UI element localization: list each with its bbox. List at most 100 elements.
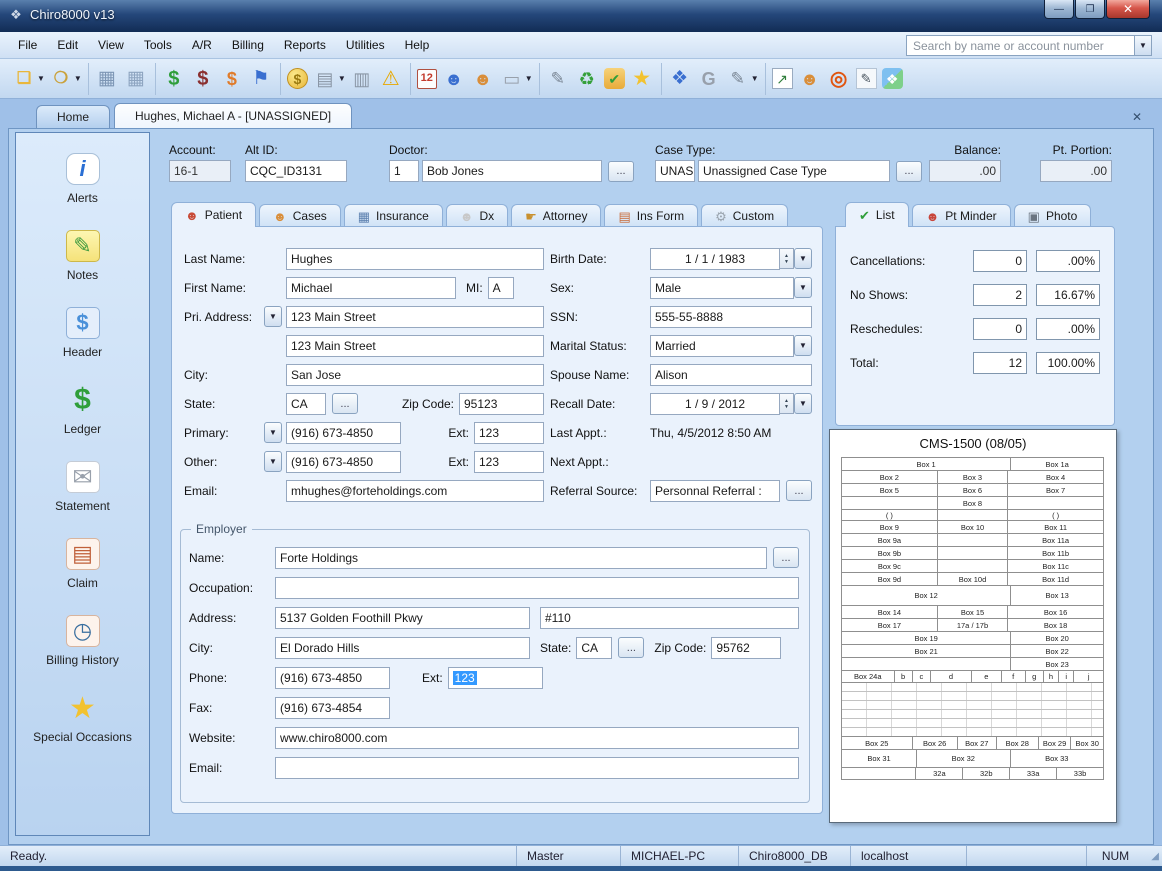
subtab[interactable]: ▤ Ins Form <box>604 204 698 227</box>
document-tab[interactable]: Home <box>36 105 110 128</box>
right-tab[interactable]: ✔ List <box>845 202 909 227</box>
menu-item[interactable]: Reports <box>274 34 336 56</box>
toolbar-button[interactable]: ★ <box>629 66 656 92</box>
birth-date-field[interactable]: 1 / 1 / 1983 <box>650 248 780 270</box>
resize-grip[interactable]: ◢ <box>1144 851 1162 862</box>
subtab[interactable]: ▦ Insurance <box>344 204 443 227</box>
minimize-button[interactable]: — <box>1044 0 1074 19</box>
sidebar-item[interactable]: $ Ledger <box>23 384 143 436</box>
employer-name-field[interactable]: Forte Holdings <box>275 547 767 569</box>
toolbar-button[interactable]: ▭▼ <box>499 66 534 92</box>
primary-ext-field[interactable]: 123 <box>474 422 544 444</box>
state-lookup-button[interactable]: ... <box>332 393 358 414</box>
doctor-number-field[interactable]: 1 <box>389 160 419 182</box>
sidebar-item[interactable]: ★ Special Occasions <box>23 692 143 744</box>
toolbar-button[interactable]: ☻ <box>470 66 497 92</box>
other-phone-field[interactable]: (916) 673-4850 <box>286 451 401 473</box>
tab-close-icon[interactable]: ✕ <box>1128 108 1146 126</box>
employer-city-field[interactable]: El Dorado Hills <box>275 637 530 659</box>
subtab[interactable]: ☻ Dx <box>446 204 508 227</box>
marital-status-select[interactable]: Married <box>650 335 794 357</box>
subtab[interactable]: ☻ Patient <box>171 202 256 227</box>
referral-lookup-button[interactable]: ... <box>786 480 812 501</box>
sex-dropdown[interactable]: ▼ <box>794 277 812 298</box>
menu-item[interactable]: A/R <box>182 34 222 56</box>
zip-field[interactable]: 95123 <box>459 393 544 415</box>
address1-field[interactable]: 123 Main Street <box>286 306 544 328</box>
employer-state-field[interactable]: CA <box>576 637 612 659</box>
doctor-lookup-button[interactable]: ... <box>608 161 634 182</box>
toolbar-button[interactable]: ✎ <box>855 67 879 90</box>
toolbar-button[interactable]: ▦ <box>123 66 150 92</box>
dropdown-arrow-icon[interactable]: ▼ <box>37 74 45 83</box>
dropdown-arrow-icon[interactable]: ▼ <box>338 74 346 83</box>
ssn-field[interactable]: 555-55-8888 <box>650 306 812 328</box>
employer-ext-field[interactable]: 123 <box>448 667 543 689</box>
toolbar-button[interactable]: ✎ <box>545 66 572 92</box>
employer-email-field[interactable] <box>275 757 799 779</box>
primary-phone-dropdown[interactable]: ▼ <box>264 422 282 443</box>
toolbar-button[interactable]: ♻ <box>574 66 601 92</box>
employer-suite-field[interactable]: #110 <box>540 607 799 629</box>
right-tab[interactable]: ▣ Photo <box>1014 204 1092 227</box>
recall-date-field[interactable]: 1 / 9 / 2012 <box>650 393 780 415</box>
toolbar-button[interactable]: $ <box>190 66 217 92</box>
search-input[interactable] <box>906 35 1134 56</box>
toolbar-button[interactable]: ◎ <box>826 66 853 92</box>
subtab[interactable]: ⚙ Custom <box>701 204 788 227</box>
doctor-name-field[interactable]: Bob Jones <box>422 160 602 182</box>
marital-status-dropdown[interactable]: ▼ <box>794 335 812 356</box>
sidebar-item[interactable]: $ Header <box>23 307 143 359</box>
menu-item[interactable]: File <box>8 34 47 56</box>
address-type-dropdown[interactable]: ▼ <box>264 306 282 327</box>
employer-lookup-button[interactable]: ... <box>773 547 799 568</box>
subtab[interactable]: ☻ Cases <box>259 204 341 227</box>
toolbar-button[interactable]: ⚠ <box>378 66 405 92</box>
referral-source-field[interactable]: Personnal Referral : <box>650 480 780 502</box>
altid-field[interactable]: CQC_ID3131 <box>245 160 347 182</box>
casetype-code-field[interactable]: UNAS <box>655 160 695 182</box>
sidebar-item[interactable]: i Alerts <box>23 153 143 205</box>
city-field[interactable]: San Jose <box>286 364 544 386</box>
state-field[interactable]: CA <box>286 393 326 415</box>
toolbar-button[interactable]: G <box>696 66 723 92</box>
sidebar-item[interactable]: ◷ Billing History <box>23 615 143 667</box>
menu-item[interactable]: Tools <box>134 34 182 56</box>
toolbar-button[interactable]: ✎▼ <box>725 66 760 92</box>
sidebar-item[interactable]: ✎ Notes <box>23 230 143 282</box>
toolbar-button[interactable]: ✔ <box>603 67 627 90</box>
address2-field[interactable]: 123 Main Street <box>286 335 544 357</box>
document-tab[interactable]: Hughes, Michael A - [UNASSIGNED] <box>114 103 352 128</box>
mi-field[interactable]: A <box>488 277 514 299</box>
dropdown-arrow-icon[interactable]: ▼ <box>525 74 533 83</box>
sidebar-item[interactable]: ✉ Statement <box>23 461 143 513</box>
occupation-field[interactable] <box>275 577 799 599</box>
toolbar-button[interactable]: ❍▼ <box>48 66 83 92</box>
toolbar-button[interactable]: ▦ <box>94 66 121 92</box>
toolbar-button[interactable]: $ <box>219 66 246 92</box>
employer-address-field[interactable]: 5137 Golden Foothill Pkwy <box>275 607 530 629</box>
subtab[interactable]: ☛ Attorney <box>511 204 601 227</box>
email-field[interactable]: mhughes@forteholdings.com <box>286 480 544 502</box>
menu-item[interactable]: View <box>88 34 134 56</box>
dropdown-arrow-icon[interactable]: ▼ <box>74 74 82 83</box>
menu-item[interactable]: Edit <box>47 34 88 56</box>
toolbar-button[interactable]: ↗ <box>771 67 795 90</box>
toolbar-button[interactable]: ▥ <box>349 66 376 92</box>
recall-date-dropdown[interactable]: ▼ <box>794 393 812 414</box>
recall-date-spinner[interactable]: ▲▼ <box>780 393 794 414</box>
employer-fax-field[interactable]: (916) 673-4854 <box>275 697 390 719</box>
menu-item[interactable]: Help <box>395 34 440 56</box>
dropdown-arrow-icon[interactable]: ▼ <box>751 74 759 83</box>
menu-item[interactable]: Billing <box>222 34 274 56</box>
right-tab[interactable]: ☻ Pt Minder <box>912 204 1011 227</box>
employer-state-lookup-button[interactable]: ... <box>618 637 644 658</box>
primary-phone-field[interactable]: (916) 673-4850 <box>286 422 401 444</box>
first-name-field[interactable]: Michael <box>286 277 456 299</box>
toolbar-button[interactable]: ☻ <box>797 66 824 92</box>
casetype-lookup-button[interactable]: ... <box>896 161 922 182</box>
search-dropdown-button[interactable]: ▼ <box>1134 35 1152 56</box>
employer-website-field[interactable]: www.chiro8000.com <box>275 727 799 749</box>
birth-date-spinner[interactable]: ▲▼ <box>780 248 794 269</box>
casetype-name-field[interactable]: Unassigned Case Type <box>698 160 890 182</box>
